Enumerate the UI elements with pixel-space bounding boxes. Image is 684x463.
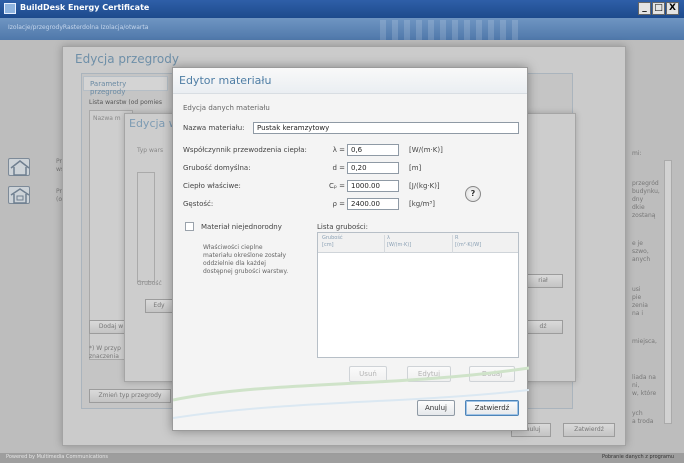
material-select-button[interactable]: riał	[523, 274, 563, 288]
col-lambda[interactable]: λ [W/(m·K)]	[384, 235, 411, 253]
col-thickness[interactable]: Grubość [cm]	[322, 235, 343, 249]
partition-dialog-title: Edycja przegrody	[75, 52, 179, 66]
conductivity-input[interactable]	[347, 144, 399, 156]
cp-symbol: Cₚ =	[329, 182, 345, 190]
material-editor-title: Edytor materiału	[179, 74, 272, 87]
material-editor-header: Edytor materiału	[173, 68, 527, 94]
layer-type-label: Typ wars	[137, 147, 164, 154]
layer-confirm-button[interactable]: dź	[523, 320, 563, 334]
nonhomogeneous-checkbox[interactable]	[185, 222, 194, 231]
header-building-graphic	[380, 20, 520, 40]
house-icon[interactable]	[8, 158, 30, 176]
lambda-symbol: λ =	[332, 146, 345, 154]
decorative-swoosh	[173, 360, 529, 432]
conductivity-label: Współczynnik przewodzenia ciepła:	[183, 146, 307, 154]
thickness-unit: [m]	[409, 164, 422, 172]
thickness-input[interactable]	[347, 162, 399, 174]
thickness-table-header: Grubość [cm] λ [W/(m·K)] R [(m²·K)/W]	[318, 233, 518, 253]
rho-symbol: ρ =	[332, 200, 345, 208]
close-button[interactable]: X	[666, 2, 679, 15]
specific-heat-input[interactable]	[347, 180, 399, 192]
footer-bar: Powered by Multimedia Communications Pob…	[0, 453, 684, 463]
layer-edit-button[interactable]: Edy	[145, 299, 173, 313]
app-breadcrumb: Izolacje/przegrodyRasterdolna Izolacja/o…	[8, 24, 149, 31]
app-header-band: Izolacje/przegrodyRasterdolna Izolacja/o…	[0, 18, 684, 40]
specific-heat-unit: [J/(kg·K)]	[409, 182, 440, 190]
window-titlebar: BuildDesk Energy Certificate _ □ X	[0, 0, 684, 18]
density-unit: [kg/m³]	[409, 200, 435, 208]
tab-partition-params[interactable]: Parametry przegrody	[83, 76, 168, 96]
confirm-button[interactable]: Zatwierdź	[465, 400, 519, 416]
window-house-icon[interactable]	[8, 186, 30, 204]
layer-dialog-title: Edycja w	[129, 117, 178, 130]
footer-status: Pobranie danych z programu	[601, 454, 674, 460]
minimize-button[interactable]: _	[638, 2, 651, 15]
cancel-button[interactable]: Anuluj	[417, 400, 455, 416]
change-type-button[interactable]: Zmień typ przegrody	[89, 389, 171, 403]
app-icon	[4, 3, 16, 14]
specific-heat-label: Ciepło właściwe:	[183, 182, 241, 190]
thickness-symbol: d =	[332, 164, 345, 172]
density-label: Gęstość:	[183, 200, 214, 208]
nonhomogeneous-label: Materiał niejednorodny	[201, 223, 282, 231]
thickness-list-label: Lista grubości:	[317, 223, 369, 231]
footer-credit: Powered by Multimedia Communications	[6, 454, 108, 460]
thickness-label: Grubość domyślna:	[183, 164, 251, 172]
conductivity-unit: [W/(m·K)]	[409, 146, 443, 154]
layer-list-label: Lista warstw (od pomies	[89, 99, 162, 106]
help-icon[interactable]: ?	[465, 186, 481, 202]
window-title: BuildDesk Energy Certificate	[20, 3, 150, 12]
material-editor-dialog: Edytor materiału Edycja danych materiału…	[172, 67, 529, 432]
partition-note: *) W przyp znaczenia	[89, 345, 121, 360]
col-resistance[interactable]: R [(m²·K)/W]	[452, 235, 481, 253]
material-name-label: Nazwa materiału:	[183, 124, 245, 132]
section-title: Edycja danych materiału	[183, 104, 270, 112]
layer-preview	[137, 172, 155, 282]
material-name-input[interactable]	[253, 122, 519, 134]
partition-confirm-button[interactable]: Zatwierdź	[563, 423, 615, 437]
help-scrollbar[interactable]	[664, 160, 672, 424]
thickness-table[interactable]: Grubość [cm] λ [W/(m·K)] R [(m²·K)/W]	[317, 232, 519, 358]
density-input[interactable]	[347, 198, 399, 210]
layer-thickness-label: Grubość	[137, 280, 162, 287]
maximize-button[interactable]: □	[652, 2, 665, 15]
